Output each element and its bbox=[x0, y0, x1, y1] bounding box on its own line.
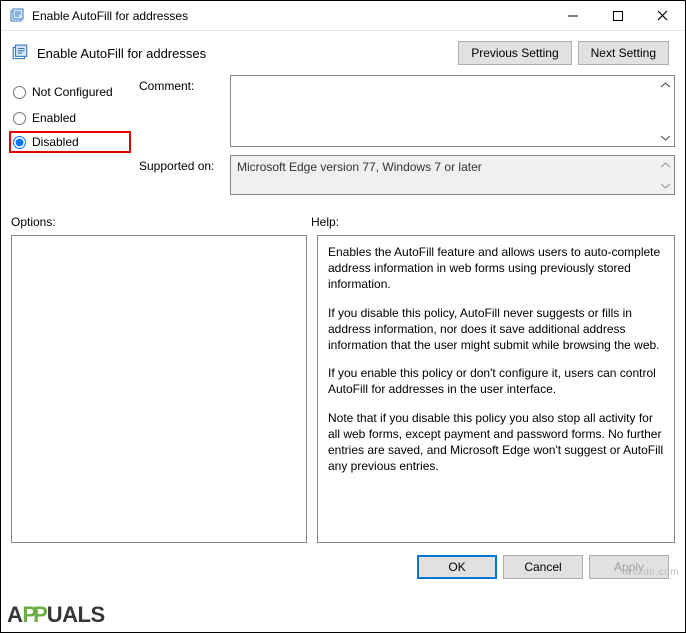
radio-disabled[interactable]: Disabled bbox=[11, 135, 125, 149]
app-icon bbox=[9, 8, 25, 24]
page-title: Enable AutoFill for addresses bbox=[37, 46, 458, 61]
state-radio-group: Not Configured Enabled Disabled bbox=[11, 75, 131, 195]
comment-textarea[interactable] bbox=[230, 75, 675, 147]
page-header: Enable AutoFill for addresses Previous S… bbox=[11, 41, 675, 65]
radio-enabled-input[interactable] bbox=[13, 112, 26, 125]
window-controls bbox=[550, 1, 685, 30]
dialog-buttons: OK Cancel Apply bbox=[11, 555, 675, 579]
supported-on-label: Supported on: bbox=[139, 155, 224, 195]
ok-button[interactable]: OK bbox=[417, 555, 497, 579]
help-text: If you disable this policy, AutoFill nev… bbox=[328, 305, 664, 354]
appuals-logo: APPUALS bbox=[7, 602, 105, 628]
radio-disabled-label: Disabled bbox=[32, 135, 79, 149]
minimize-button[interactable] bbox=[550, 1, 595, 30]
radio-disabled-input[interactable] bbox=[13, 136, 26, 149]
next-setting-button[interactable]: Next Setting bbox=[578, 41, 669, 65]
previous-setting-button[interactable]: Previous Setting bbox=[458, 41, 571, 65]
help-text: If you enable this policy or don't confi… bbox=[328, 365, 664, 397]
scroll-down-icon[interactable] bbox=[658, 178, 673, 193]
logo-part: A bbox=[7, 602, 22, 628]
scroll-down-icon[interactable] bbox=[658, 130, 673, 145]
window-title: Enable AutoFill for addresses bbox=[32, 9, 550, 23]
options-panel bbox=[11, 235, 307, 543]
radio-not-configured[interactable]: Not Configured bbox=[11, 79, 131, 105]
radio-not-configured-label: Not Configured bbox=[32, 85, 113, 99]
help-label: Help: bbox=[311, 215, 339, 229]
policy-icon bbox=[11, 44, 29, 62]
scroll-up-icon[interactable] bbox=[658, 157, 673, 172]
options-label: Options: bbox=[11, 215, 311, 229]
help-text: Note that if you disable this policy you… bbox=[328, 410, 664, 475]
scroll-up-icon[interactable] bbox=[658, 77, 673, 92]
logo-part: UALS bbox=[47, 602, 105, 628]
apply-button[interactable]: Apply bbox=[589, 555, 669, 579]
maximize-button[interactable] bbox=[595, 1, 640, 30]
supported-on-box: Microsoft Edge version 77, Windows 7 or … bbox=[230, 155, 675, 195]
supported-on-value: Microsoft Edge version 77, Windows 7 or … bbox=[231, 156, 674, 178]
disabled-highlight: Disabled bbox=[9, 131, 131, 153]
cancel-button[interactable]: Cancel bbox=[503, 555, 583, 579]
radio-enabled[interactable]: Enabled bbox=[11, 105, 131, 131]
radio-enabled-label: Enabled bbox=[32, 111, 76, 125]
radio-not-configured-input[interactable] bbox=[13, 86, 26, 99]
close-button[interactable] bbox=[640, 1, 685, 30]
logo-part: PP bbox=[22, 602, 43, 628]
comment-label: Comment: bbox=[139, 75, 224, 147]
title-bar: Enable AutoFill for addresses bbox=[1, 1, 685, 31]
help-panel: Enables the AutoFill feature and allows … bbox=[317, 235, 675, 543]
help-text: Enables the AutoFill feature and allows … bbox=[328, 244, 664, 293]
